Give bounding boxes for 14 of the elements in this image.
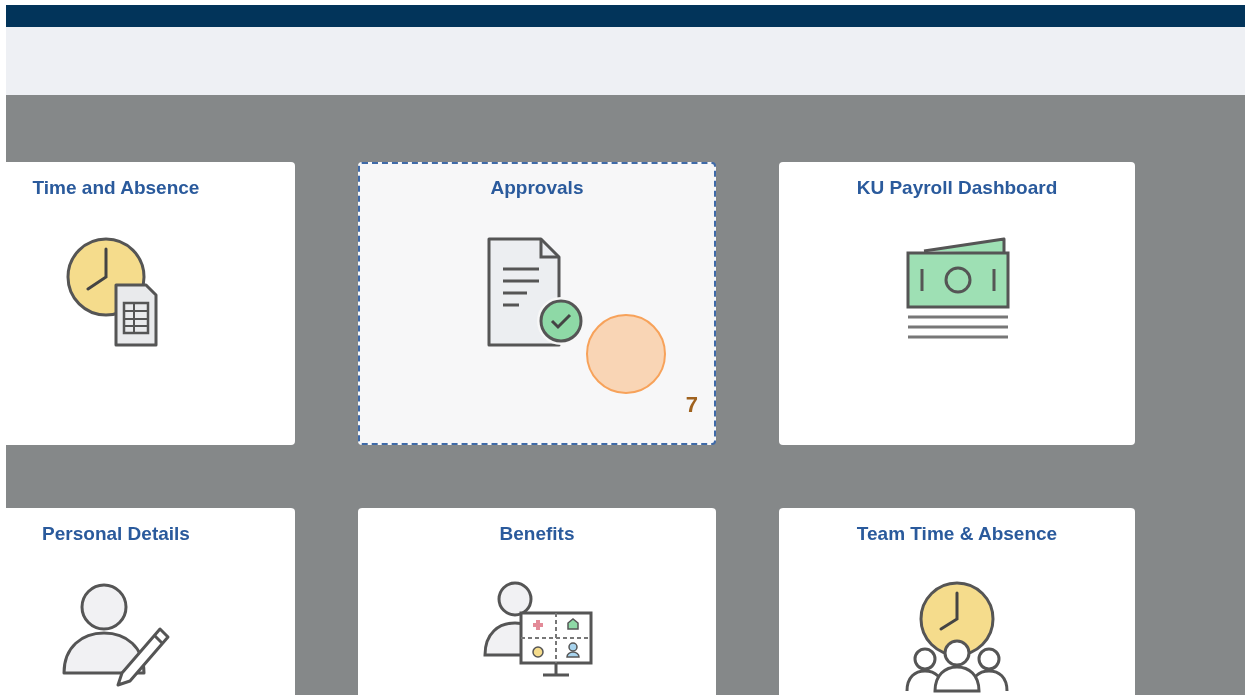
tile-title: Personal Details xyxy=(42,522,190,546)
tile[interactable]: Time and Absence xyxy=(6,162,295,445)
tile[interactable]: Personal Details xyxy=(6,508,295,695)
tile-title: Approvals xyxy=(490,176,584,200)
tile[interactable]: Benefits xyxy=(358,508,716,695)
tile-title: KU Payroll Dashboard xyxy=(856,176,1058,200)
person-display-icon xyxy=(481,580,593,677)
tile-title: Time and Absence xyxy=(32,176,200,200)
tile-title: Benefits xyxy=(499,522,575,546)
tile[interactable]: Team Time & Absence xyxy=(779,508,1135,695)
tile[interactable]: KU Payroll Dashboard xyxy=(779,162,1135,445)
count-label: 7 xyxy=(685,391,698,419)
tile[interactable]: Approvals 7 xyxy=(358,162,716,445)
tile-title: Team Time & Absence xyxy=(856,522,1058,546)
